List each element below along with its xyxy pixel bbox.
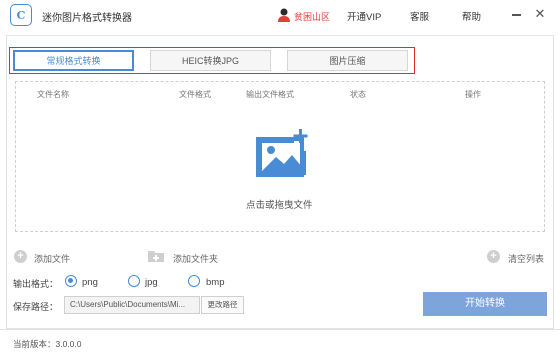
service-menu-item[interactable]: 客服 bbox=[410, 9, 429, 23]
minimize-icon[interactable] bbox=[512, 14, 521, 16]
clear-list-icon[interactable]: + bbox=[487, 250, 500, 263]
output-format-label: 输出格式： bbox=[13, 279, 59, 289]
add-file-button[interactable]: 添加文件 bbox=[34, 252, 70, 265]
add-folder-icon[interactable] bbox=[148, 250, 164, 262]
column-header-status: 状态 bbox=[350, 90, 366, 99]
tab-heic-to-jpg[interactable]: HEIC转换JPG bbox=[150, 50, 271, 71]
clear-list-button[interactable]: 清空列表 bbox=[508, 252, 544, 265]
radio-bmp[interactable] bbox=[188, 275, 200, 287]
change-path-button[interactable]: 更改路径 bbox=[201, 296, 244, 314]
close-icon[interactable]: ✕ bbox=[533, 7, 547, 21]
app-logo-icon: C bbox=[10, 4, 32, 26]
footer-divider bbox=[0, 329, 560, 330]
title-bar: C 迷你图片格式转换器 贫困山区 开通VIP 客服 帮助 ✕ bbox=[0, 0, 560, 30]
radio-png-label[interactable]: png bbox=[82, 277, 98, 288]
radio-bmp-label[interactable]: bmp bbox=[206, 277, 224, 288]
radio-jpg-label[interactable]: jpg bbox=[145, 277, 158, 288]
username-link[interactable]: 贫困山区 bbox=[294, 10, 330, 23]
add-folder-button[interactable]: 添加文件夹 bbox=[173, 252, 218, 265]
drop-hint-text: 点击或拖曳文件 bbox=[246, 200, 313, 211]
vip-menu-item[interactable]: 开通VIP bbox=[347, 9, 381, 23]
user-avatar-icon[interactable] bbox=[277, 7, 291, 22]
save-path-label: 保存路径： bbox=[13, 302, 59, 312]
version-text: 当前版本：3.0.0.0 bbox=[13, 339, 82, 349]
tab-format-convert[interactable]: 常规格式转换 bbox=[13, 50, 134, 71]
save-path-input[interactable]: C:\Users\Public\Documents\Mi... bbox=[64, 296, 200, 314]
start-convert-button[interactable]: 开始转换 bbox=[423, 292, 547, 316]
radio-jpg[interactable] bbox=[128, 275, 140, 287]
column-header-output-format: 输出文件格式 bbox=[246, 90, 294, 99]
app-title: 迷你图片格式转换器 bbox=[42, 13, 132, 24]
help-menu-item[interactable]: 帮助 bbox=[462, 9, 481, 23]
radio-png[interactable] bbox=[65, 275, 77, 287]
add-image-icon[interactable] bbox=[254, 127, 310, 179]
add-file-icon[interactable]: + bbox=[14, 250, 27, 263]
column-header-file-name: 文件名称 bbox=[37, 90, 69, 99]
column-header-file-format: 文件格式 bbox=[179, 90, 211, 99]
column-header-actions: 操作 bbox=[465, 90, 481, 99]
tab-image-compress[interactable]: 图片压缩 bbox=[287, 50, 408, 71]
